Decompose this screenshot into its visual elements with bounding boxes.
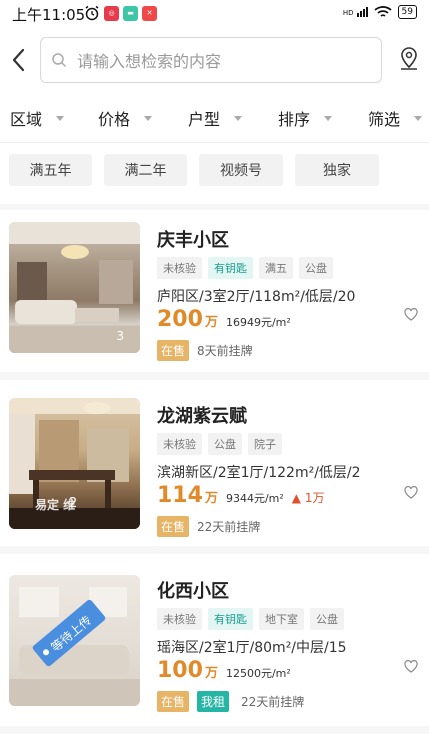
label-unverified: 未核验: [157, 257, 202, 279]
listing-description: 庐阳区/3室2厅/118m²/低层/20: [157, 289, 356, 305]
listing-title: 化西小区: [157, 581, 229, 602]
divider: [0, 142, 429, 143]
app-notification-icon-3: ✕: [142, 5, 157, 21]
dropdown-caret-icon: [56, 115, 65, 121]
unit-price: 16949元/m²: [225, 316, 291, 329]
listed-time: 22天前挂牌: [241, 695, 305, 709]
quick-tag-five-years[interactable]: 满五年: [9, 154, 92, 186]
total-price: 100: [157, 658, 203, 683]
listing-labels: 未核验 有钥匙 地下室 公盘: [157, 608, 344, 630]
map-pin-icon[interactable]: [398, 46, 420, 72]
price-unit: 万: [204, 666, 218, 681]
listed-time: 22天前挂牌: [197, 520, 261, 534]
notification-icons: ◎ ▬ ✕: [84, 5, 157, 21]
label-basement: 地下室: [259, 608, 304, 630]
price-unit: 万: [204, 315, 218, 330]
battery-icon: 59: [397, 5, 417, 19]
search-box[interactable]: [40, 37, 382, 83]
status-badge: 在售: [157, 340, 190, 361]
quick-tag-two-years[interactable]: 满二年: [104, 154, 187, 186]
status-time: 上午11:05: [12, 6, 86, 24]
favorite-heart-icon[interactable]: [404, 486, 418, 499]
section-gap: [0, 204, 429, 210]
quick-tag-row: 满五年 满二年 视频号 独家: [0, 154, 429, 188]
label-yard: 院子: [248, 433, 282, 455]
listing-card[interactable]: 3 庆丰小区 未核验 有钥匙 满五 公盘 庐阳区/3室2厅/118m²/低层/2…: [0, 222, 429, 382]
listing-title: 庆丰小区: [157, 230, 229, 251]
label-unverified: 未核验: [157, 433, 202, 455]
label-five-years: 满五: [259, 257, 293, 279]
photo-count: 2: [69, 496, 78, 511]
listing-labels: 未核验 有钥匙 满五 公盘: [157, 257, 333, 279]
network-icon: HD: [343, 7, 368, 17]
dropdown-caret-icon: [234, 115, 243, 121]
quick-tag-video[interactable]: 视频号: [199, 154, 283, 186]
total-price: 200: [157, 307, 203, 332]
listing-card[interactable]: 等待上传 化西小区 未核验 有钥匙 地下室 公盘 瑶海区/2室1厅/80m²/中…: [0, 575, 429, 735]
price-row: 200 万 16949元/m²: [157, 307, 291, 332]
alarm-icon: [85, 5, 99, 21]
listing-description: 滨湖新区/2室1厅/122m²/低层/2: [157, 465, 361, 481]
label-has-key: 有钥匙: [208, 257, 253, 279]
rent-badge: 我租: [197, 691, 230, 712]
favorite-heart-icon[interactable]: [404, 660, 418, 673]
price-unit: 万: [204, 491, 218, 506]
status-bar: 上午11:05 ◎ ▬ ✕ HD 59: [0, 0, 429, 28]
listing-separator: [0, 546, 429, 554]
wifi-icon: [373, 6, 392, 17]
listing-photo: 易定 维 2: [9, 398, 140, 529]
listing-separator: [0, 726, 429, 734]
status-row: 在售 8天前挂牌: [157, 340, 253, 361]
search-input[interactable]: [75, 48, 369, 74]
listed-time: 8天前挂牌: [197, 344, 253, 358]
price-row: 114 万 9344元/m² ▲ 1万: [157, 483, 324, 508]
filter-area[interactable]: 区域: [10, 106, 65, 130]
filter-layout[interactable]: 户型: [188, 106, 243, 130]
listing-title: 龙湖紫云赋: [157, 406, 247, 427]
label-public: 公盘: [208, 433, 242, 455]
label-has-key: 有钥匙: [208, 608, 253, 630]
listing-labels: 未核验 公盘 院子: [157, 433, 282, 455]
status-badge: 在售: [157, 691, 190, 712]
total-price: 114: [157, 483, 203, 508]
filter-sort[interactable]: 排序: [278, 106, 333, 130]
listing-card[interactable]: 易定 维 2 龙湖紫云赋 未核验 公盘 院子 滨湖新区/2室1厅/122m²/低…: [0, 398, 429, 558]
quick-tag-exclusive[interactable]: 独家: [295, 154, 379, 186]
listing-description: 瑶海区/2室1厅/80m²/中层/15: [157, 640, 347, 656]
status-badge: 在售: [157, 516, 190, 537]
search-icon: [52, 53, 67, 68]
listing-photo: 等待上传: [9, 575, 140, 706]
dropdown-caret-icon: [144, 115, 153, 121]
unit-price: 12500元/m²: [225, 667, 291, 680]
dropdown-caret-icon: [414, 115, 423, 121]
filter-more[interactable]: 筛选: [368, 106, 423, 130]
label-public: 公盘: [299, 257, 333, 279]
favorite-heart-icon[interactable]: [404, 308, 418, 321]
label-public: 公盘: [310, 608, 344, 630]
listing-separator: [0, 372, 429, 380]
price-change: ▲ 1万: [291, 491, 325, 505]
status-row: 在售 我租 22天前挂牌: [157, 691, 304, 712]
search-header: [0, 34, 429, 86]
listing-photo: 3: [9, 222, 140, 353]
filter-bar: 区域 价格 户型 排序 筛选: [0, 100, 429, 134]
back-icon[interactable]: [8, 46, 32, 74]
unit-price: 9344元/m²: [225, 492, 284, 505]
status-indicators: HD 59: [343, 5, 417, 19]
price-row: 100 万 12500元/m²: [157, 658, 291, 683]
filter-price[interactable]: 价格: [98, 106, 153, 130]
label-unverified: 未核验: [157, 608, 202, 630]
dropdown-caret-icon: [324, 115, 333, 121]
app-notification-icon: ◎: [104, 5, 119, 21]
photo-count: 3: [116, 329, 124, 343]
status-row: 在售 22天前挂牌: [157, 516, 260, 537]
app-notification-icon-2: ▬: [123, 5, 138, 21]
